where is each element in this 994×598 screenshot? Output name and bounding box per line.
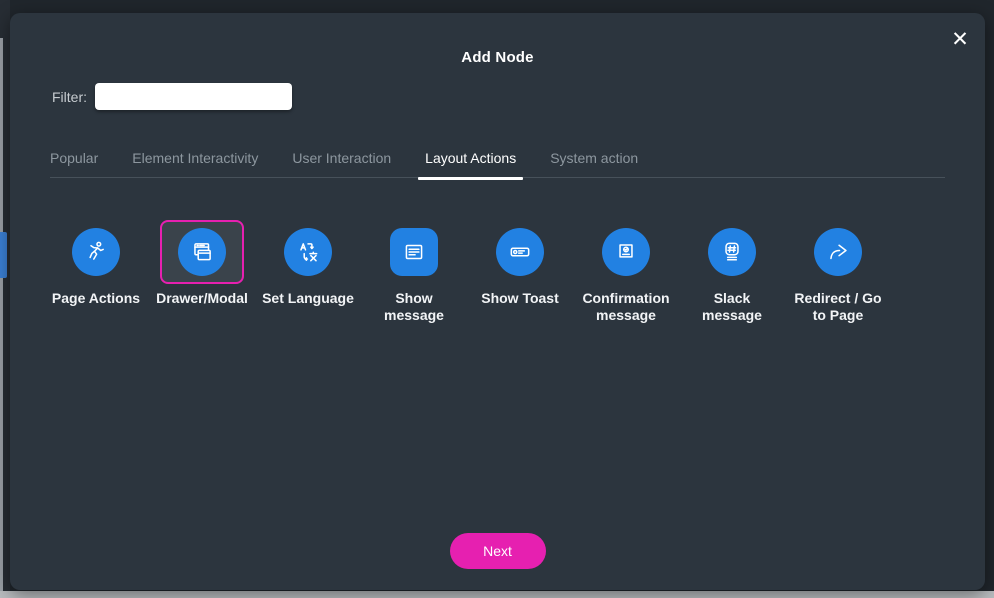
node-tile-set-language[interactable]: Set Language xyxy=(255,220,361,323)
tab-bar: Popular Element Interactivity User Inter… xyxy=(50,143,638,180)
filter-row: Filter: xyxy=(52,83,292,110)
node-tile-show-message[interactable]: Show message xyxy=(361,220,467,323)
node-label: Redirect / Go to Page xyxy=(794,290,882,323)
background-scrollbar xyxy=(0,38,3,591)
node-tile-show-toast[interactable]: Show Toast xyxy=(467,220,573,323)
message-lines-icon xyxy=(390,228,438,276)
node-label: Show Toast xyxy=(481,290,559,306)
filter-label: Filter: xyxy=(52,88,87,105)
add-node-modal: Add Node ✕ Filter: Popular Element Inter… xyxy=(10,13,985,590)
tab-layout-actions[interactable]: Layout Actions xyxy=(418,143,524,180)
tab-user-interaction[interactable]: User Interaction xyxy=(292,143,391,177)
close-icon[interactable]: ✕ xyxy=(945,25,975,55)
translate-icon xyxy=(284,228,332,276)
node-label: Show message xyxy=(384,290,444,323)
redirect-arrow-icon xyxy=(814,228,862,276)
running-person-icon xyxy=(72,228,120,276)
filter-input[interactable] xyxy=(95,83,292,110)
node-tile-confirmation-message[interactable]: Confirmation message xyxy=(573,220,679,323)
tab-popular[interactable]: Popular xyxy=(50,143,98,177)
background-blue-tab xyxy=(0,232,7,278)
modal-title: Add Node xyxy=(461,49,534,66)
confirm-dialog-icon xyxy=(602,228,650,276)
node-label: Drawer/Modal xyxy=(156,290,248,306)
node-tile-page-actions[interactable]: Page Actions xyxy=(43,220,149,323)
tab-system-action[interactable]: System action xyxy=(550,143,638,177)
node-tile-drawer-modal[interactable]: Drawer/Modal xyxy=(149,220,255,323)
background-bottom-strip xyxy=(0,591,994,598)
tab-element-interactivity[interactable]: Element Interactivity xyxy=(132,143,258,177)
drawer-window-icon xyxy=(178,228,226,276)
node-tile-redirect-go-to-page[interactable]: Redirect / Go to Page xyxy=(785,220,891,323)
node-label: Slack message xyxy=(702,290,762,323)
node-label: Set Language xyxy=(262,290,354,306)
next-button[interactable]: Next xyxy=(449,533,546,569)
slack-hash-icon xyxy=(708,228,756,276)
node-tile-slack-message[interactable]: Slack message xyxy=(679,220,785,323)
toast-bar-icon xyxy=(496,228,544,276)
node-grid: Page Actions Drawer/Modal Set Language S… xyxy=(43,220,891,323)
node-label: Confirmation message xyxy=(582,290,670,323)
node-label: Page Actions xyxy=(51,290,141,306)
